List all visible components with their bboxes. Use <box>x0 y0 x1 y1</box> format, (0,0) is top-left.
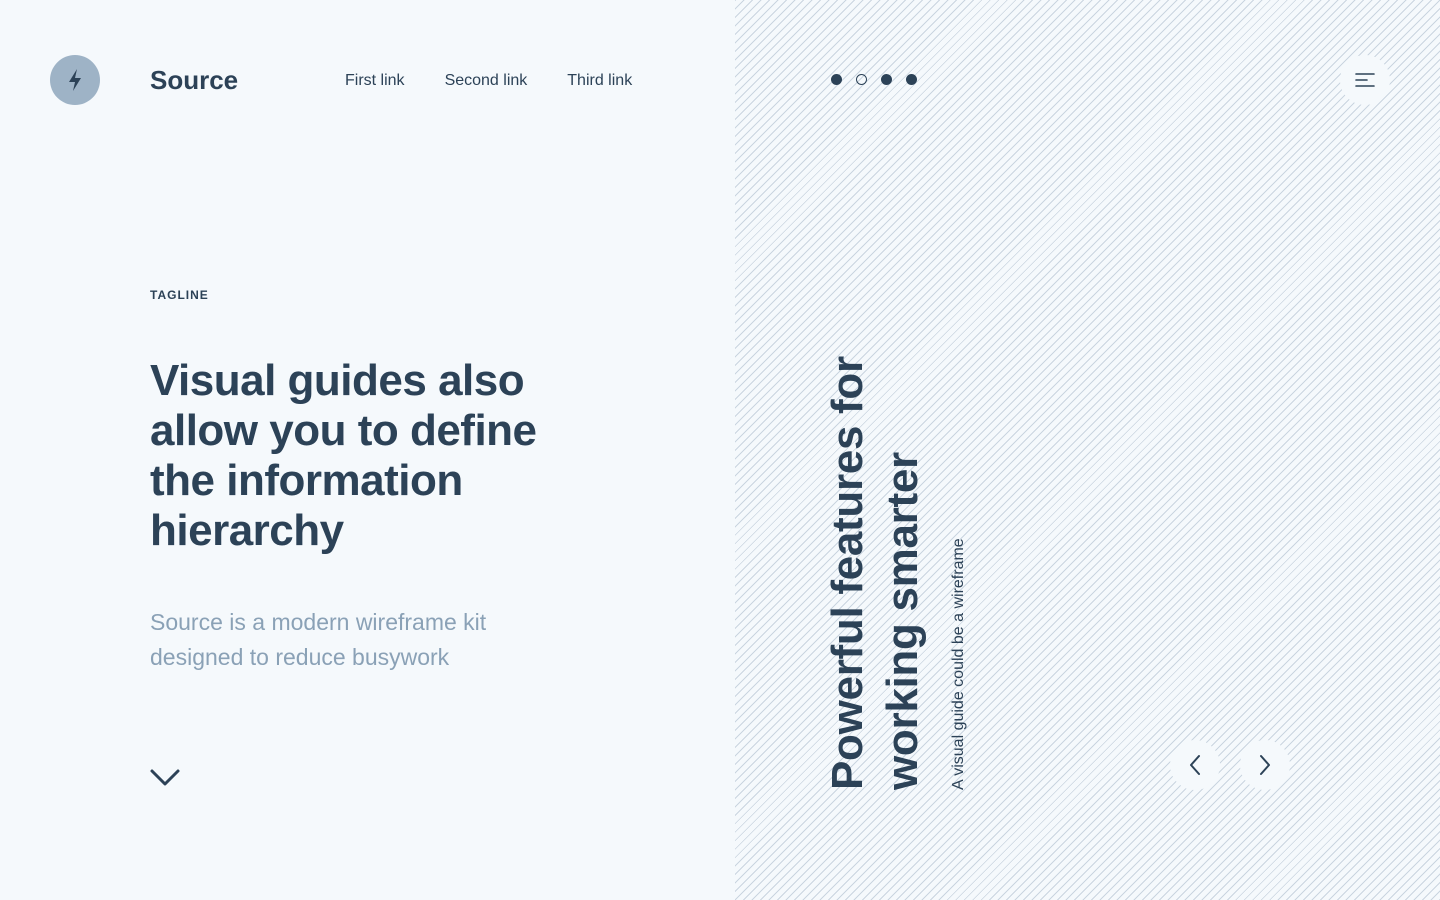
main-nav: First link Second link Third link <box>345 70 632 92</box>
vertical-feature-text: Powerful features for working smarter A … <box>820 320 990 790</box>
chevron-down-icon[interactable] <box>148 765 182 789</box>
pagination-dot-1[interactable] <box>831 74 842 85</box>
menu-button[interactable] <box>1340 55 1390 105</box>
pagination-dot-2[interactable] <box>856 74 867 85</box>
hero-headline: Visual guides also allow you to define t… <box>150 356 537 555</box>
pagination-dot-3[interactable] <box>881 74 892 85</box>
logo[interactable] <box>50 55 100 105</box>
chevron-left-icon <box>1190 755 1200 775</box>
tagline: TAGLINE <box>150 288 209 302</box>
brand-name[interactable]: Source <box>150 62 238 98</box>
hamburger-menu-icon <box>1355 73 1375 87</box>
lightning-bolt-icon <box>69 69 81 91</box>
feature-title: Powerful features for working smarter <box>823 356 927 790</box>
previous-slide-button[interactable] <box>1170 740 1220 790</box>
nav-link-second[interactable]: Second link <box>445 70 528 92</box>
pagination-dot-4[interactable] <box>906 74 917 85</box>
slide-pagination <box>831 74 917 85</box>
chevron-right-icon <box>1260 755 1270 775</box>
nav-link-first[interactable]: First link <box>345 70 405 92</box>
nav-link-third[interactable]: Third link <box>567 70 632 92</box>
next-slide-button[interactable] <box>1240 740 1290 790</box>
hero-subtext: Source is a modern wireframe kit designe… <box>150 609 487 670</box>
feature-subtitle: A visual guide could be a wireframe <box>950 538 967 790</box>
